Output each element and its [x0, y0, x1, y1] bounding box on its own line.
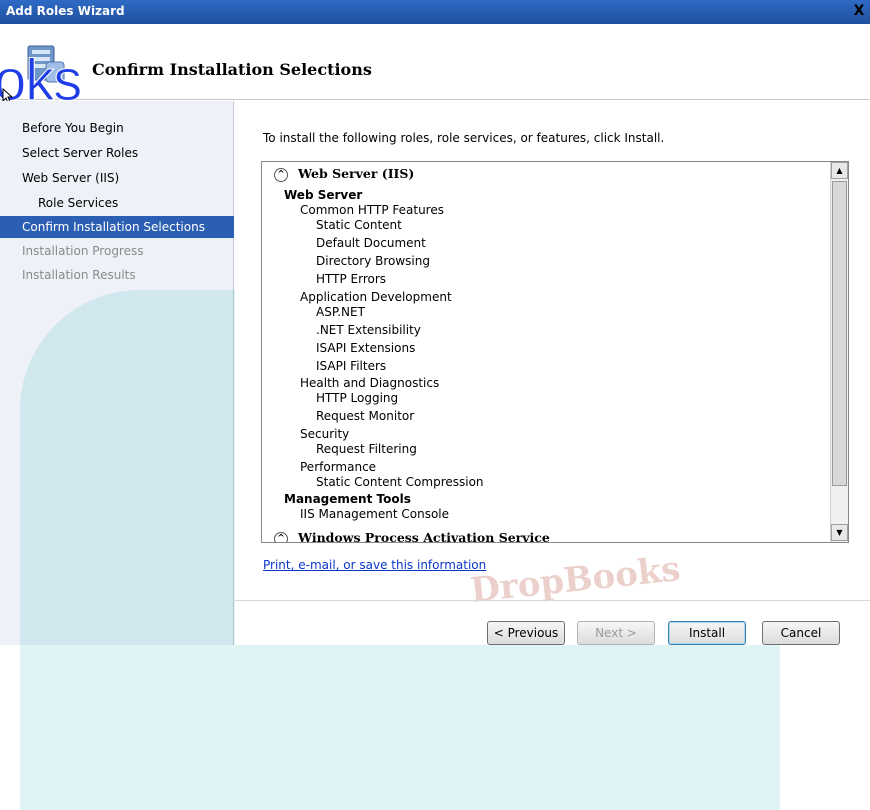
- nav-item-installation-results: Installation Results: [22, 268, 136, 282]
- print-save-link[interactable]: Print, e-mail, or save this information: [263, 558, 486, 572]
- list-item: Default Document: [316, 236, 426, 250]
- install-button[interactable]: Install: [668, 621, 746, 645]
- list-item: HTTP Logging: [316, 391, 399, 405]
- selections-list: ^ Web Server (IIS) Web Server Common HTTP…: [262, 162, 830, 542]
- next-button: Next >: [577, 621, 655, 645]
- close-button[interactable]: X: [850, 3, 868, 20]
- list-item: HTTP Errors: [316, 272, 387, 286]
- selections-listbox[interactable]: ^ Web Server (IIS) Web Server Common HTTP…: [261, 161, 849, 543]
- list-item: .NET Extensibility: [316, 323, 421, 337]
- list-item: Request Filtering: [316, 442, 417, 456]
- cancel-button[interactable]: Cancel: [762, 621, 840, 645]
- vertical-scrollbar[interactable]: ▲ ▼: [830, 162, 848, 542]
- window-title: Add Roles Wizard: [6, 4, 125, 18]
- list-item: ISAPI Filters: [316, 359, 387, 373]
- group-title: Windows Process Activation Service: [298, 530, 550, 543]
- list-item: Application Development: [300, 290, 452, 304]
- collapse-icon[interactable]: ^: [274, 167, 288, 182]
- page-title: Confirm Installation Selections: [92, 60, 372, 79]
- intro-text: To install the following roles, role ser…: [263, 131, 665, 145]
- group-title: Web Server (IIS): [298, 166, 415, 181]
- wizard-header: Confirm Installation Selections: [0, 24, 870, 100]
- nav-item-before-you-begin[interactable]: Before You Begin: [0, 117, 234, 139]
- nav-item-installation-progress: Installation Progress: [22, 244, 144, 258]
- list-item: Web Server: [284, 188, 363, 202]
- group-header-web-server[interactable]: ^ Web Server (IIS): [274, 166, 414, 186]
- nav-item-web-server-iis[interactable]: Web Server (IIS): [0, 167, 234, 189]
- list-item: Management Tools: [284, 492, 411, 506]
- list-item: IIS Management Console: [300, 507, 450, 521]
- list-item: Performance: [300, 460, 377, 474]
- group-header-was[interactable]: ^ Windows Process Activation Service: [274, 530, 550, 543]
- nav-item-role-services[interactable]: Role Services: [0, 192, 234, 214]
- nav-item-select-server-roles[interactable]: Select Server Roles: [0, 142, 234, 164]
- scroll-up-icon[interactable]: ▲: [831, 162, 848, 179]
- list-item: Static Content: [316, 218, 402, 232]
- list-item: Request Monitor: [316, 409, 415, 423]
- button-bar: < Previous Next > Install Cancel: [235, 600, 870, 645]
- list-item: Health and Diagnostics: [300, 376, 440, 390]
- collapse-icon[interactable]: ^: [274, 531, 288, 542]
- title-bar: Add Roles Wizard X: [0, 0, 870, 24]
- nav-item-confirm-installation[interactable]: Confirm Installation Selections: [0, 216, 234, 238]
- list-item: ISAPI Extensions: [316, 341, 416, 355]
- list-item: Directory Browsing: [316, 254, 430, 268]
- scroll-down-icon[interactable]: ▼: [831, 524, 848, 541]
- previous-button[interactable]: < Previous: [487, 621, 565, 645]
- list-item: Static Content Compression: [316, 475, 484, 489]
- scroll-thumb[interactable]: [832, 181, 847, 486]
- list-item: Common HTTP Features: [300, 203, 444, 217]
- list-item: ASP.NET: [316, 305, 365, 319]
- list-item: Security: [300, 427, 350, 441]
